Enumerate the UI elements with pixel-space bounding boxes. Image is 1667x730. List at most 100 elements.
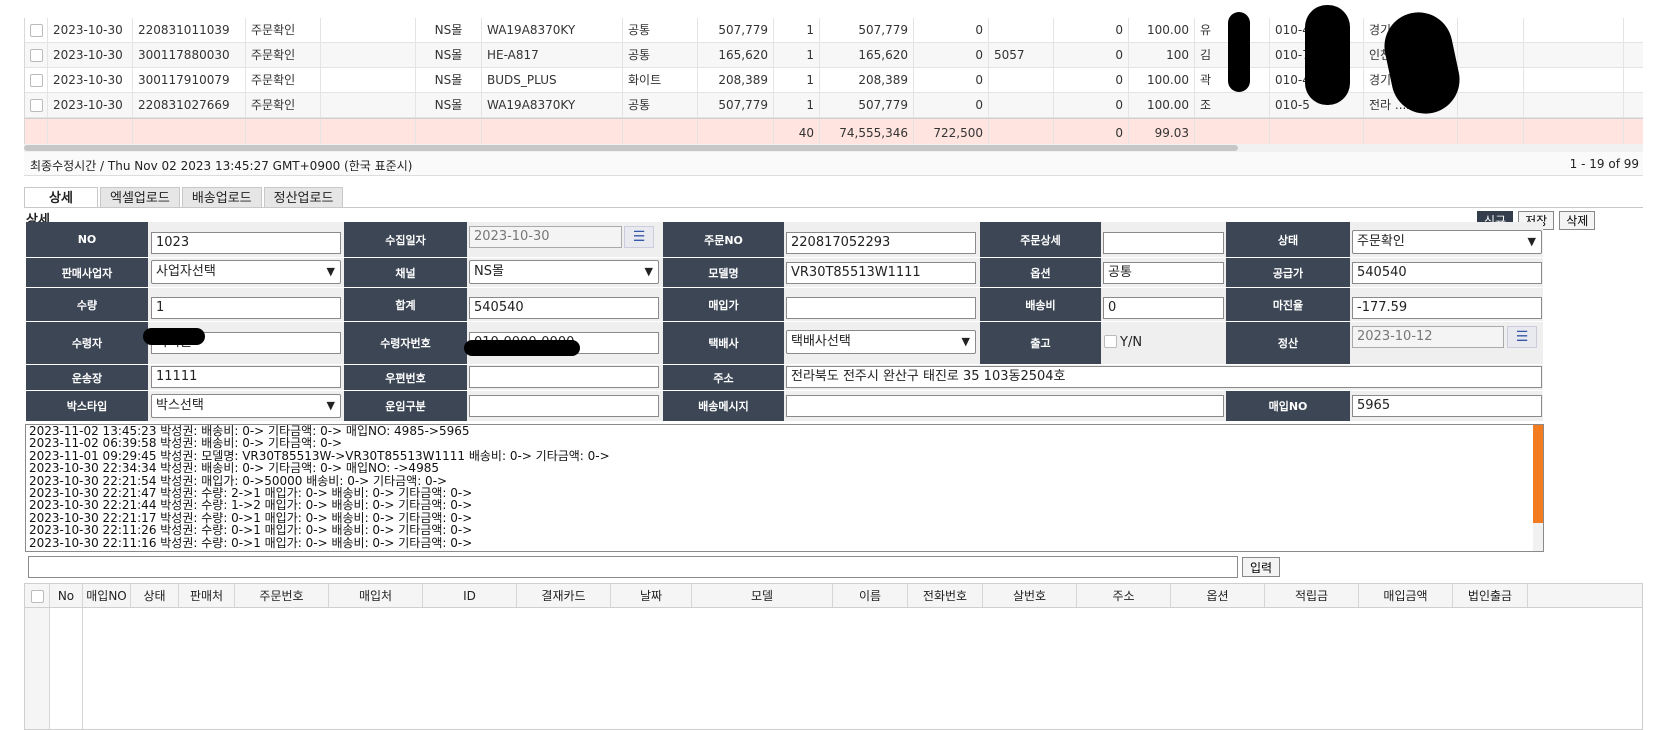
delivery-msg-field[interactable] — [786, 395, 1224, 417]
margin-field[interactable]: -177.59 — [1352, 297, 1542, 319]
courier-select[interactable]: 택배사선택 ▼ — [786, 330, 976, 354]
table-cell: 507,779 — [820, 18, 914, 42]
redaction-mark — [1228, 12, 1250, 92]
log-scrollbar[interactable] — [1533, 425, 1543, 551]
table-cell — [1524, 43, 1624, 67]
table-cell: HE-A817 — [482, 43, 623, 67]
column-header[interactable]: 매입금액 — [1359, 584, 1453, 607]
column-header[interactable]: 적립금 — [1265, 584, 1359, 607]
checkbox-cell — [25, 68, 48, 92]
table-cell — [416, 119, 482, 145]
order-no-field[interactable]: 220817052293 — [786, 232, 976, 254]
chevron-down-icon: ▼ — [644, 265, 653, 278]
option-field[interactable]: 공통 — [1103, 262, 1224, 284]
table-cell: 공통 — [623, 18, 698, 42]
table-cell: 공통 — [623, 43, 698, 67]
supply-price-field[interactable]: 540540 — [1352, 262, 1542, 284]
table-cell: BUDS_PLUS — [482, 68, 623, 92]
table-cell: NS몰 — [416, 18, 482, 42]
column-header[interactable]: 살번호 — [983, 584, 1077, 607]
table-cell: 507,779 — [698, 93, 774, 117]
column-header[interactable]: 이름 — [833, 584, 908, 607]
box-type-select-value: 박스선택 — [156, 398, 204, 413]
no-field[interactable]: 1023 — [151, 232, 341, 254]
memo-input[interactable] — [28, 556, 1238, 578]
table-cell: 0 — [914, 68, 989, 92]
column-header[interactable]: 모델 — [692, 584, 833, 607]
label-channel: 채널 — [344, 258, 467, 287]
row-checkbox[interactable] — [30, 49, 43, 62]
channel-select[interactable]: NS몰 ▼ — [469, 260, 659, 284]
chevron-down-icon: ▼ — [1527, 235, 1536, 248]
column-header[interactable]: 옵션 — [1171, 584, 1265, 607]
zipcode-field[interactable] — [469, 366, 659, 388]
column-header[interactable]: 법인출금 — [1453, 584, 1528, 607]
column-header[interactable]: 상태 — [131, 584, 179, 607]
chevron-down-icon: ▼ — [326, 265, 335, 278]
total-field[interactable]: 540540 — [469, 297, 659, 319]
collect-date-field[interactable]: 2023-10-30 — [469, 226, 622, 248]
settle-date-field[interactable]: 2023-10-12 — [1352, 326, 1504, 348]
label-qty: 수량 — [26, 288, 148, 321]
column-header[interactable]: 날짜 — [611, 584, 692, 607]
shipping-fee-field[interactable]: 0 — [1103, 297, 1224, 319]
select-all-checkbox[interactable] — [30, 590, 44, 603]
checkbox-cell — [25, 18, 48, 42]
seller-select[interactable]: 사업자선택 ▼ — [151, 260, 341, 284]
table-cell — [133, 119, 246, 145]
label-purchase-price: 매입가 — [663, 288, 784, 321]
scrollbar-thumb[interactable] — [1533, 425, 1543, 523]
table-cell: 조 — [1195, 93, 1270, 117]
redaction-mark — [464, 340, 580, 356]
table-cell: 1 — [774, 18, 820, 42]
box-type-select[interactable]: 박스선택 ▼ — [151, 394, 341, 418]
column-header[interactable]: 매입NO — [83, 584, 131, 607]
tab-shipping-upload[interactable]: 배송업로드 — [181, 187, 262, 208]
table-cell: 165,620 — [698, 43, 774, 67]
label-box-type: 박스타입 — [26, 391, 148, 421]
qty-field[interactable]: 1 — [151, 297, 341, 319]
column-header[interactable]: 매입처 — [329, 584, 423, 607]
log-line: 2023-10-30 22:11:16 박성권: 수량: 0->1 매입가: 0… — [29, 535, 473, 550]
table-cell: 722,500 — [914, 119, 989, 145]
change-log-textarea[interactable]: 2023-11-02 13:45:23 박성권: 배송비: 0-> 기타금액: … — [25, 424, 1544, 552]
purchase-price-field[interactable] — [786, 297, 976, 319]
memo-submit-button[interactable]: 입력 — [1242, 557, 1281, 577]
column-header[interactable]: 전화번호 — [908, 584, 983, 607]
table-cell: WA19A8370KY — [482, 93, 623, 117]
column-header[interactable]: 판매처 — [179, 584, 235, 607]
list-icon[interactable]: ☰ — [1507, 326, 1537, 348]
address-field[interactable]: 전라북도 전주시 완산구 태진로 35 103동2504호 — [786, 366, 1542, 388]
order-detail-field[interactable] — [1103, 232, 1224, 254]
model-field[interactable]: VR30T85513W1111 — [786, 262, 976, 284]
state-select[interactable]: 주문확인 ▼ — [1352, 230, 1542, 254]
row-checkbox[interactable] — [30, 74, 43, 87]
table-cell — [1364, 119, 1458, 145]
column-header[interactable]: No — [50, 584, 83, 607]
row-checkbox[interactable] — [30, 24, 43, 37]
tab-excel-upload[interactable]: 엑셀업로드 — [100, 187, 180, 208]
column-header[interactable]: 주소 — [1077, 584, 1171, 607]
label-total: 합계 — [344, 288, 467, 321]
label-supply-price: 공급가 — [1226, 258, 1350, 287]
table-cell: NS몰 — [416, 43, 482, 67]
invoice-field[interactable]: 11111 — [151, 366, 341, 388]
delete-button[interactable]: 삭제 — [1559, 211, 1596, 230]
purchase-no-field[interactable]: 5965 — [1352, 395, 1542, 417]
table-cell — [1524, 93, 1624, 117]
column-header[interactable]: 주문번호 — [235, 584, 329, 607]
freight-type-field[interactable] — [469, 395, 659, 417]
list-icon[interactable]: ☰ — [624, 226, 654, 248]
table-cell: 165,620 — [820, 43, 914, 67]
release-checkbox[interactable] — [1104, 335, 1117, 348]
scrollbar-thumb[interactable] — [24, 145, 1238, 151]
tab-settlement-upload[interactable]: 정산업로드 — [263, 187, 344, 208]
row-checkbox[interactable] — [30, 99, 43, 112]
seller-select-value: 사업자선택 — [156, 264, 216, 279]
tab-detail[interactable]: 상세 — [24, 187, 98, 208]
column-header[interactable]: 결재카드 — [517, 584, 611, 607]
table-cell: 74,555,346 — [820, 119, 914, 145]
log-line: 2023-10-30 22:34:34 박성권: 배송비: 0-> 기타금액: … — [29, 461, 439, 476]
horizontal-scrollbar[interactable] — [24, 144, 1643, 152]
column-header[interactable]: ID — [423, 584, 517, 607]
